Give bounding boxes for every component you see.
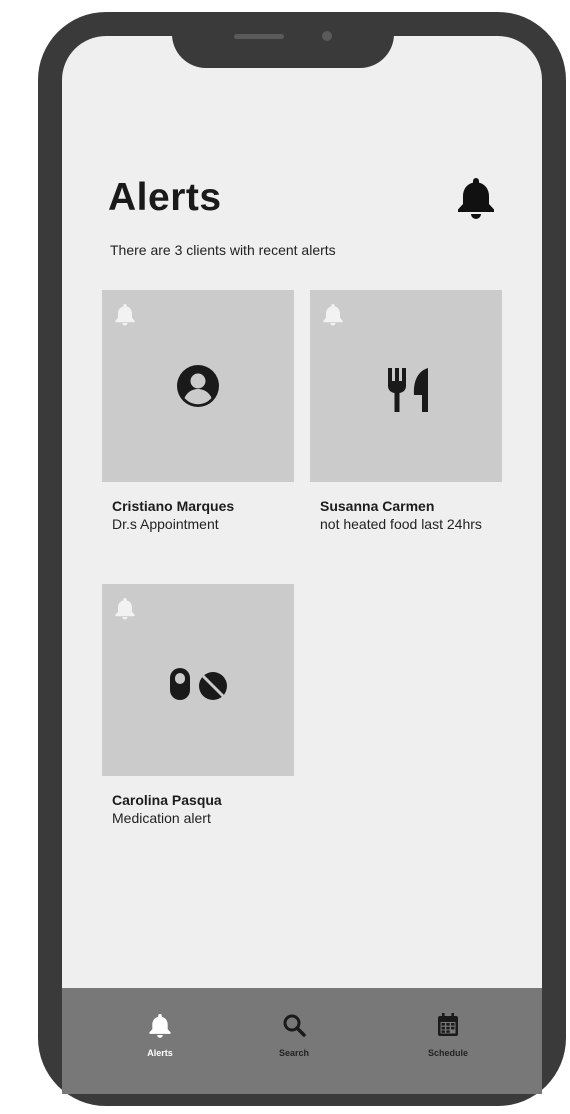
alert-bell-icon — [322, 302, 344, 326]
page-title: Alerts — [108, 176, 222, 219]
tab-schedule[interactable]: Schedule — [388, 988, 508, 1094]
alert-detail: Medication alert — [112, 810, 211, 826]
alert-card-carolina[interactable] — [102, 584, 294, 776]
alert-bell-icon — [114, 302, 136, 326]
bottom-tab-bar: Alerts Search Schedule — [62, 988, 542, 1094]
alert-card-cristiano[interactable] — [102, 290, 294, 482]
utensils-icon — [384, 366, 432, 414]
bell-icon[interactable] — [456, 176, 496, 220]
tab-alerts[interactable]: Alerts — [100, 988, 220, 1094]
tab-label: Schedule — [427, 1048, 468, 1058]
speaker-grille — [234, 34, 284, 39]
tab-label: Search — [278, 1048, 310, 1058]
alert-card-susanna[interactable] — [310, 290, 502, 482]
alert-bell-icon — [114, 596, 136, 620]
alert-client-name: Cristiano Marques — [112, 498, 235, 514]
pills-icon — [168, 666, 230, 702]
page-subtitle: There are 3 clients with recent alerts — [110, 242, 336, 258]
alert-detail: not heated food last 24hrs — [320, 516, 482, 532]
alert-client-name: Susanna Carmen — [320, 498, 435, 514]
calendar-icon — [436, 1012, 460, 1038]
tab-label: Alerts — [147, 1048, 173, 1058]
search-icon — [282, 1012, 306, 1038]
tab-search[interactable]: Search — [234, 988, 354, 1094]
bell-icon — [148, 1012, 172, 1038]
notch — [172, 12, 394, 68]
alert-detail: Dr.s Appointment — [112, 516, 219, 532]
alert-client-name: Carolina Pasqua — [112, 792, 222, 808]
user-circle-icon — [176, 364, 220, 408]
front-camera — [322, 31, 332, 41]
